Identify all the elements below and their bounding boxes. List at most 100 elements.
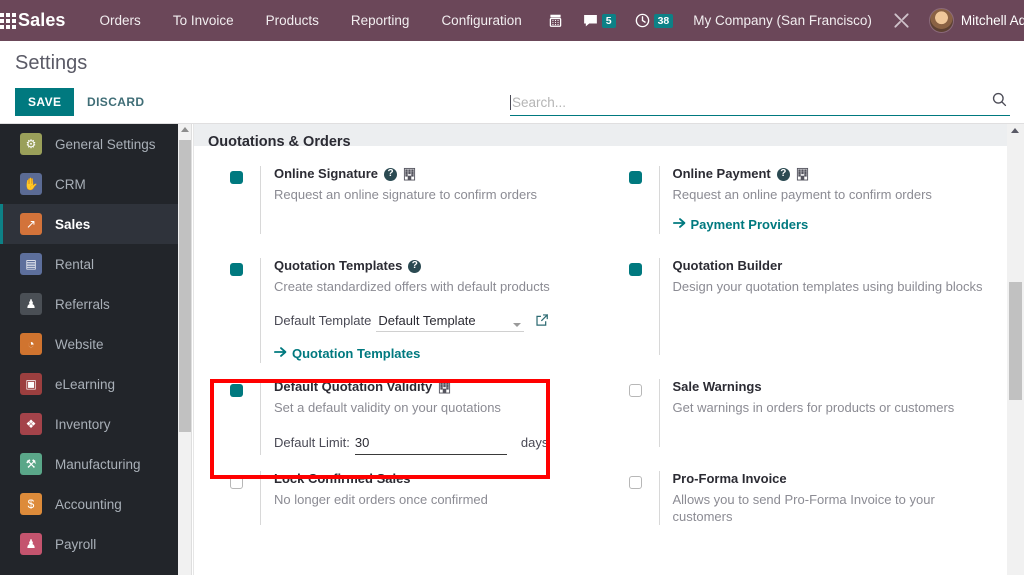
- default-limit-label: Default Limit:: [274, 435, 350, 450]
- sidebar-item-label: Accounting: [55, 496, 122, 512]
- user-menu[interactable]: Mitchell Admin: [920, 0, 1024, 41]
- company-switcher[interactable]: My Company (San Francisco): [682, 13, 883, 28]
- option-title-row: Pro-Forma Invoice: [673, 471, 992, 487]
- chart-line-icon: ↗: [20, 213, 42, 235]
- user-badge-icon: ♟: [20, 533, 42, 555]
- link-label: Quotation Templates: [292, 346, 421, 361]
- chevron-down-icon[interactable]: [513, 323, 522, 327]
- sidebar-item-referrals[interactable]: ♟ Referrals: [0, 284, 178, 324]
- nav-menu-products[interactable]: Products: [250, 0, 335, 41]
- sidebar-item-payroll[interactable]: ♟ Payroll: [0, 524, 178, 564]
- help-question-icon[interactable]: ?: [384, 167, 398, 181]
- option-body: Sale Warnings Get warnings in orders for …: [658, 379, 992, 447]
- option-body: Quotation Builder Design your quotation t…: [658, 258, 992, 355]
- scroll-up-arrow-icon[interactable]: [181, 127, 189, 132]
- option-title: Online Payment: [672, 166, 771, 181]
- help-question-icon[interactable]: ?: [408, 259, 422, 273]
- checkbox-quotation-templates[interactable]: [230, 263, 243, 276]
- sidebar-item-elearning[interactable]: ▣ eLearning: [0, 364, 178, 404]
- help-question-icon[interactable]: ?: [776, 167, 790, 181]
- option-title-row: Online Signature?: [274, 166, 593, 182]
- option-title-row: Default Quotation Validity: [274, 379, 593, 395]
- avatar: [928, 8, 954, 33]
- tools-wrench-icon[interactable]: [883, 0, 920, 41]
- nav-menu-configuration[interactable]: Configuration: [425, 0, 537, 41]
- setting-option-lock-confirmed-sales: Lock Confirmed Sales No longer edit order…: [202, 471, 601, 525]
- option-description: Create standardized offers with default …: [274, 279, 550, 294]
- gear-icon: ⚙: [20, 133, 42, 155]
- sidebar-item-crm[interactable]: ✋ CRM: [0, 164, 178, 204]
- setting-option-default-quotation-validity: Default Quotation Validity Set a default …: [202, 379, 601, 455]
- box-icon: ❖: [20, 413, 42, 435]
- option-title-row: Quotation Builder: [673, 258, 992, 274]
- external-link-icon[interactable]: [535, 313, 549, 332]
- sidebar-scrollbar-thumb[interactable]: [179, 140, 191, 432]
- nav-menu-to-invoice[interactable]: To Invoice: [157, 0, 250, 41]
- checkbox-pro-forma-invoice[interactable]: [628, 476, 642, 489]
- app-brand-sales[interactable]: Sales: [16, 10, 84, 31]
- company-building-icon[interactable]: [796, 167, 809, 181]
- settings-sidebar: ⚙ General Settings ✋ CRM ↗ Sales ▤ Rental ♟ Refer…: [0, 124, 178, 575]
- checkbox-lock-confirmed-sales[interactable]: [230, 476, 243, 489]
- checkbox-sale-warnings[interactable]: [628, 384, 642, 397]
- option-body: Lock Confirmed Sales No longer edit order…: [260, 471, 593, 525]
- sidebar-item-sales[interactable]: ↗ Sales: [0, 204, 178, 244]
- apps-grid-icon[interactable]: [0, 0, 16, 41]
- option-title-row: Sale Warnings: [673, 379, 992, 395]
- nav-menu-reporting[interactable]: Reporting: [335, 0, 426, 41]
- globe-icon: ◔: [20, 333, 42, 355]
- sidebar-item-label: Referrals: [55, 296, 110, 312]
- discard-button[interactable]: DISCARD: [76, 88, 155, 116]
- sidebar-item-label: Sales: [55, 216, 91, 232]
- wrench-icon: ⚒: [20, 453, 42, 475]
- sidebar-scrollbar[interactable]: [178, 124, 192, 575]
- sidebar-item-label: Rental: [55, 256, 95, 272]
- sidebar-item-manufacturing[interactable]: ⚒ Manufacturing: [0, 444, 178, 484]
- main-scrollbar[interactable]: [1007, 124, 1024, 575]
- option-title-row: Quotation Templates?: [274, 258, 593, 274]
- link-label: Payment Providers: [690, 217, 809, 232]
- search-bar[interactable]: [510, 89, 1010, 116]
- setting-option-online-signature: Online Signature? Request an online signa…: [202, 166, 601, 234]
- messages-icon[interactable]: 5: [573, 0, 625, 41]
- checkbox-default-quotation-validity[interactable]: [230, 384, 243, 397]
- sidebar-item-website[interactable]: ◔ Website: [0, 324, 178, 364]
- option-description: Request an online payment to confirm ord…: [672, 187, 932, 202]
- default-template-label: Default Template: [274, 313, 372, 328]
- sidebar-item-inventory[interactable]: ❖ Inventory: [0, 404, 178, 444]
- activities-clock-icon[interactable]: 38: [625, 0, 683, 41]
- option-title: Lock Confirmed Sales: [274, 471, 411, 486]
- company-building-icon[interactable]: [403, 167, 416, 181]
- arrow-right-icon: [672, 217, 686, 232]
- search-icon[interactable]: [991, 91, 1008, 113]
- checkbox-quotation-builder[interactable]: [628, 263, 642, 276]
- sidebar-item-label: Manufacturing: [55, 456, 141, 472]
- option-title-row: Lock Confirmed Sales: [274, 471, 593, 487]
- company-building-icon[interactable]: [438, 380, 451, 394]
- option-title: Quotation Builder: [672, 258, 783, 273]
- search-input[interactable]: [512, 94, 991, 110]
- sidebar-item-general-settings[interactable]: ⚙ General Settings: [0, 124, 178, 164]
- nav-menu-orders[interactable]: Orders: [84, 0, 157, 41]
- link-quotation-templates[interactable]: Quotation Templates: [274, 346, 420, 361]
- voip-phone-icon[interactable]: [538, 0, 573, 41]
- user-name: Mitchell Admin: [960, 13, 1024, 28]
- option-title: Online Signature: [274, 166, 379, 181]
- save-button[interactable]: SAVE: [15, 88, 75, 116]
- default-limit-field-row: Default Limit: 30 days: [274, 434, 593, 455]
- sidebar-item-label: eLearning: [55, 376, 116, 392]
- default-limit-input[interactable]: 30: [354, 434, 507, 455]
- link-payment-providers[interactable]: Payment Providers: [672, 217, 809, 232]
- main-scrollbar-thumb[interactable]: [1009, 282, 1022, 400]
- activities-badge: 38: [653, 13, 674, 28]
- main-scroll-up-arrow-icon[interactable]: [1011, 128, 1019, 133]
- sidebar-item-label: General Settings: [55, 136, 156, 152]
- presentation-icon: ▣: [20, 373, 42, 395]
- settings-main-panel: Quotations & Orders Online Signature? Req…: [193, 124, 1007, 575]
- checkbox-online-signature[interactable]: [230, 171, 243, 184]
- sidebar-item-accounting[interactable]: $ Accounting: [0, 484, 178, 524]
- sidebar-item-label: Inventory: [55, 416, 111, 432]
- sidebar-item-rental[interactable]: ▤ Rental: [0, 244, 178, 284]
- checkbox-online-payment[interactable]: [628, 171, 642, 184]
- default-template-select[interactable]: Default Template: [376, 313, 525, 332]
